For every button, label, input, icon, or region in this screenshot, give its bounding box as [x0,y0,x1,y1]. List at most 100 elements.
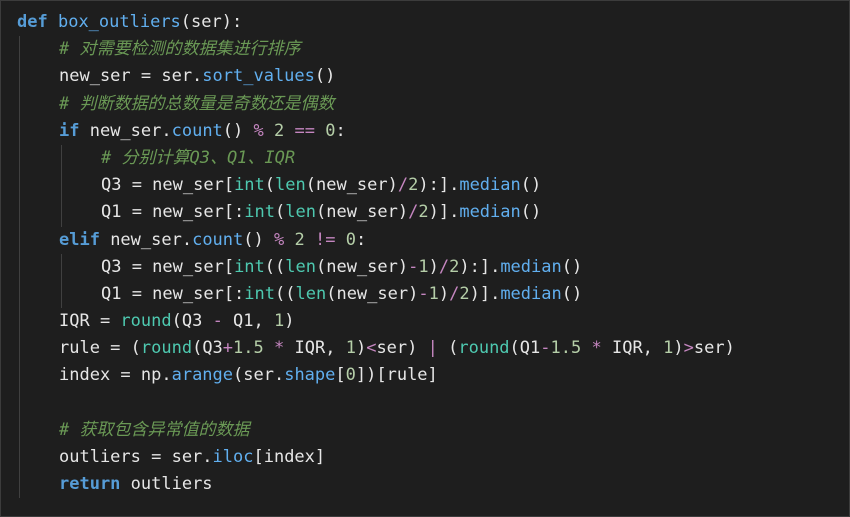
code-token: (Q3 [192,338,223,359]
indent-guide [19,199,20,227]
code-line[interactable]: new_ser = ser.sort_values() [1,63,849,91]
code-token: IQR, [284,338,346,359]
code-token: Q3 = new_ser[ [101,175,235,196]
code-token: int [244,283,276,304]
code-line[interactable]: elif new_ser.count() % 2 != 0: [1,226,849,254]
code-line[interactable]: return outliers [1,471,849,499]
code-line[interactable]: index = np.arange(ser.shape[0])[rule] [1,362,849,390]
code-token: sort_values [202,66,315,87]
indent-guide [19,280,20,309]
code-token: () [520,202,542,223]
code-token: != [314,229,336,250]
code-token: * [591,338,602,359]
code-line[interactable]: rule = (round(Q3+1.5 * IQR, 1)<ser) | (r… [1,335,849,363]
code-token: () [520,175,542,196]
code-token: int [244,202,276,223]
indent-guide [19,444,20,472]
code-token: ) [428,256,439,277]
code-token: ( [264,175,276,196]
code-line[interactable]: if new_ser.count() % 2 == 0: [1,117,849,145]
code-token: - [418,283,429,304]
code-line[interactable]: Q3 = new_ser[int((len(new_ser)-1)/2):].m… [1,253,849,281]
indent-guide [19,389,20,417]
code-token: - [212,311,223,332]
code-token: elif [59,229,100,250]
code-token: 1 [428,283,439,304]
indent-guide [19,308,20,336]
code-token: IQR = [59,311,121,332]
code-token: () [243,229,274,250]
code-token: % [273,229,285,250]
code-token: ser) [376,338,428,359]
code-token: ])[rule] [355,365,438,386]
code-token: ( [275,202,286,223]
code-token: iloc [212,447,254,467]
code-token: + [222,338,234,359]
code-token: - [408,256,419,277]
code-token: 1 [418,256,429,277]
code-token: - [540,338,551,359]
code-token: box_outliers [57,12,181,32]
indent-guide [19,226,20,254]
code-token: [ [335,365,346,386]
code-token: # 对需要检测的数据集进行排序 [59,39,301,60]
code-token: # 判断数据的总数量是奇数还是偶数 [59,93,335,114]
code-token: ):]. [459,256,501,277]
code-line[interactable]: IQR = round(Q3 - Q1, 1) [1,308,849,336]
code-token: median [500,256,562,277]
indent-guide [61,199,62,227]
code-token: shape [284,365,336,386]
code-token: 1.5 [233,338,264,359]
code-token: count [171,120,223,141]
indent-guide [61,280,62,309]
code-token: index = np. [59,365,172,386]
code-token: / [397,175,409,196]
code-line[interactable]: Q3 = new_ser[int(len(new_ser)/2):].media… [1,172,849,200]
code-token: outliers [120,474,213,495]
indent-guide [61,172,62,200]
code-token: int [234,256,265,277]
code-token: Q1 = new_ser[: [101,283,245,304]
code-token: if [59,120,80,141]
code-line[interactable]: # 分别计算Q3、Q1、IQR [1,144,849,173]
code-token: ):]. [418,175,460,196]
code-token: (new_ser) [315,202,409,223]
code-token: 2 [418,202,429,223]
code-token: () [222,120,254,141]
code-token: int [234,175,265,196]
indent-guide [19,253,20,281]
code-token: % [253,120,264,141]
code-token: round [120,311,172,332]
code-token: (new_ser) [326,283,419,304]
code-line[interactable]: Q1 = new_ser[:int((len(new_ser)-1)/2)].m… [1,280,849,309]
code-token: )]. [469,283,501,304]
code-token: Q1 = new_ser[: [101,202,245,223]
code-line[interactable]: def box_outliers(ser): [1,9,849,36]
indent-guide [19,90,20,118]
code-token: > [683,338,694,359]
code-line[interactable]: # 获取包含异常值的数据 [1,416,849,444]
code-token: len [275,175,306,196]
code-token: ) [284,311,295,332]
indent-guide [19,471,20,499]
code-token: (Q3 [171,311,213,332]
code-token: 2 [274,120,285,141]
code-line[interactable]: Q1 = new_ser[:int(len(new_ser)/2)].media… [1,199,849,227]
code-token: (( [264,256,286,277]
code-line[interactable]: # 判断数据的总数量是奇数还是偶数 [1,90,849,118]
indent-guide [19,117,20,145]
code-token: ser) [693,338,735,359]
code-line[interactable] [1,389,849,417]
code-token: ) [438,283,450,304]
code-token: len [285,202,316,223]
code-line[interactable]: # 对需要检测的数据集进行排序 [1,36,849,64]
code-token: / [408,202,419,223]
code-token: (ser. [233,365,285,386]
code-editor[interactable]: def box_outliers(ser): # 对需要检测的数据集进行排序 new… [0,0,850,517]
code-line[interactable]: outliers = ser.iloc[index] [1,444,849,472]
